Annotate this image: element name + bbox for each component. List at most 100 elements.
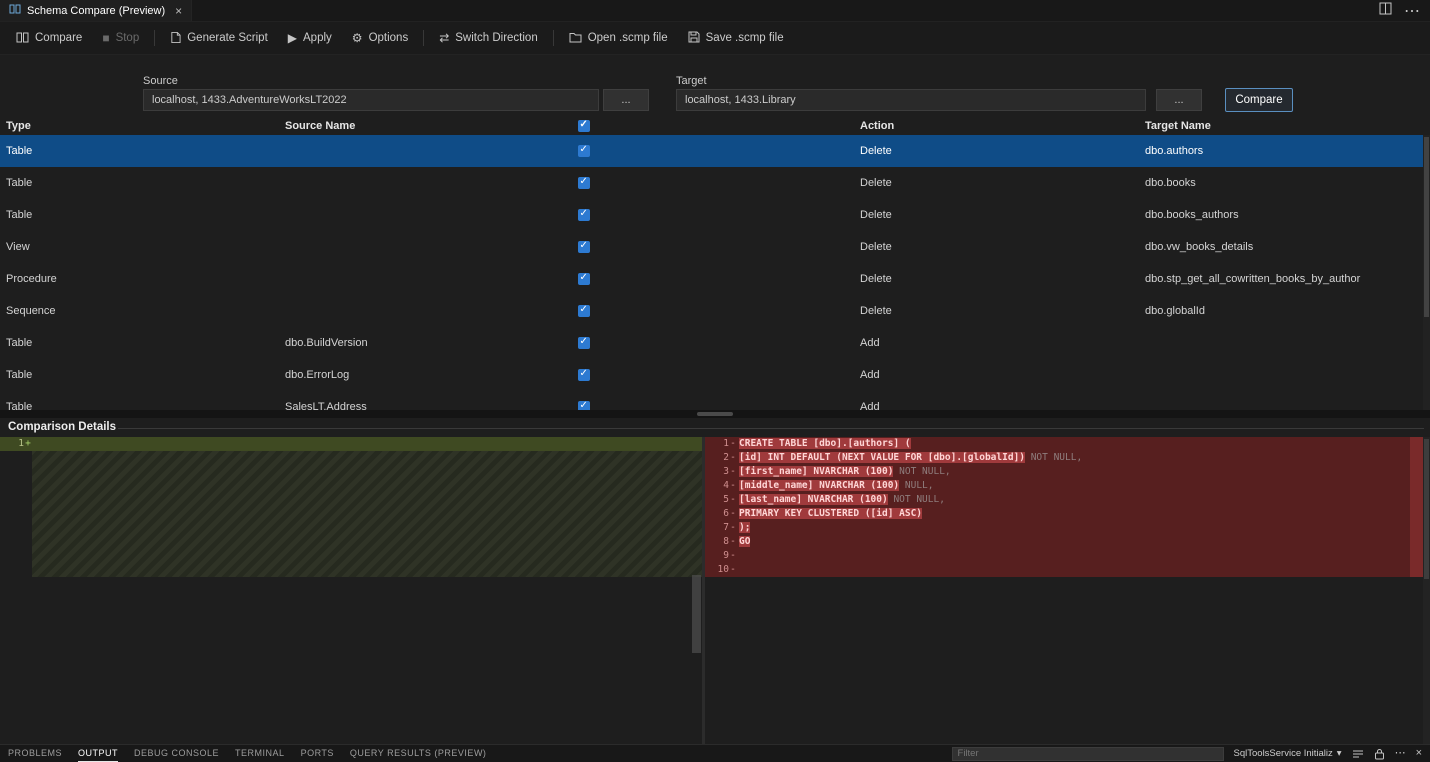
line-number: 1 [705,437,729,451]
open-scmp-button[interactable]: Open .scmp file [559,26,678,50]
details-title: Comparison Details [8,421,116,433]
tab-close-icon[interactable]: × [175,4,182,18]
cell-type: Table [6,391,32,410]
source-pane-scrollbar-thumb[interactable] [692,575,701,653]
diff-placeholder-region [32,451,702,577]
select-all-checkbox[interactable] [578,120,590,132]
diff-unchanged: NOT NULL, [1025,452,1082,463]
line-number: 10 [705,563,729,577]
tab-schema-compare[interactable]: Schema Compare (Preview) × [0,0,192,21]
column-header-target-name[interactable]: Target Name [1145,117,1211,135]
panel-actions: SqlToolsService Initializ ▾ ⋯ × [952,747,1422,761]
table-row[interactable]: Sequence Delete dbo.globalId [0,295,1430,327]
deleted-line: 10 - [705,563,1430,577]
line-content: [last_name] NVARCHAR (100) NOT NULL, [737,493,1430,507]
panel-tab-output[interactable]: OUTPUT [78,745,118,762]
column-header-source-name[interactable]: Source Name [285,117,355,135]
options-button[interactable]: ⚙ Options [342,26,418,50]
save-scmp-button[interactable]: Save .scmp file [678,26,794,50]
diff-source-pane[interactable]: 1 + [0,437,702,744]
table-row[interactable]: Table Delete dbo.books_authors [0,199,1430,231]
cell-action: Delete [860,295,892,327]
target-pane-scrollbar-thumb[interactable] [1424,439,1429,579]
include-checkbox[interactable] [578,209,590,221]
target-pane-scrollbar[interactable] [1423,437,1430,744]
include-checkbox[interactable] [578,305,590,317]
compare-action-button[interactable]: Compare [1225,88,1293,112]
gear-icon: ⚙ [352,32,363,44]
line-number: 8 [705,535,729,549]
compare-label: Compare [35,32,82,44]
table-row[interactable]: View Delete dbo.vw_books_details [0,231,1430,263]
line-content: ); [737,521,1430,535]
include-checkbox[interactable] [578,177,590,189]
grid-scrollbar[interactable] [1423,135,1430,410]
line-content: GO [737,535,1430,549]
table-row[interactable]: Table Delete dbo.books [0,167,1430,199]
compare-icon [16,31,29,46]
deleted-line: 3 - [first_name] NVARCHAR (100) NOT NULL… [705,465,1430,479]
cell-source-name: dbo.BuildVersion [285,327,368,359]
generate-script-button[interactable]: Generate Script [160,26,278,50]
table-row[interactable]: Table Delete dbo.authors [0,135,1430,167]
grid-scrollbar-thumb[interactable] [1424,137,1429,317]
split-editor-icon[interactable] [1379,2,1392,20]
output-channel-dropdown[interactable]: SqlToolsService Initializ ▾ [1234,748,1342,759]
line-content [737,563,1430,577]
diff-unchanged: NOT NULL, [888,494,945,505]
schema-compare-app: Schema Compare (Preview) × ⋯ Compare ■ S… [0,0,1430,762]
cell-action: Add [860,327,880,359]
table-row[interactable]: Table SalesLT.Address Add [0,391,1430,410]
table-row[interactable]: Table dbo.BuildVersion Add [0,327,1430,359]
lock-scroll-icon[interactable] [1374,748,1385,760]
panel-tab-debug-console[interactable]: DEBUG CONSOLE [134,745,219,762]
include-checkbox[interactable] [578,145,590,157]
include-checkbox[interactable] [578,369,590,381]
source-browse-button[interactable]: ... [603,89,649,111]
include-checkbox[interactable] [578,401,590,410]
table-row[interactable]: Procedure Delete dbo.stp_get_all_cowritt… [0,263,1430,295]
line-number: 2 [705,451,729,465]
splitter-handle[interactable] [697,412,733,416]
line-content: CREATE TABLE [dbo].[authors] ( [737,437,1430,451]
panel-tab-terminal[interactable]: TERMINAL [235,745,285,762]
panel-tab-ports[interactable]: PORTS [301,745,334,762]
switch-direction-button[interactable]: ⇄ Switch Direction [429,26,548,50]
toolbar-separator [154,30,155,46]
line-number: 5 [705,493,729,507]
panel-more-actions-icon[interactable]: ⋯ [1395,748,1406,759]
apply-button[interactable]: ▶ Apply [278,26,342,50]
diff-target-pane[interactable]: 1 - CREATE TABLE [dbo].[authors] ( 2 - [… [705,437,1430,744]
options-label: Options [369,32,409,44]
cell-target-name: dbo.authors [1145,135,1203,167]
target-input[interactable] [676,89,1146,111]
clear-output-icon[interactable] [1352,748,1364,760]
panel-tab-query-results[interactable]: QUERY RESULTS (PREVIEW) [350,745,487,762]
compare-toolbar-button[interactable]: Compare [6,26,92,50]
schema-compare-toolbar: Compare ■ Stop Generate Script ▶ Apply ⚙… [0,22,1430,55]
source-input[interactable] [143,89,599,111]
script-icon [170,31,181,46]
include-checkbox[interactable] [578,337,590,349]
column-header-type[interactable]: Type [6,117,31,135]
diff-highlight: PRIMARY KEY CLUSTERED ([id] ASC) [739,508,922,519]
output-filter-input[interactable] [952,747,1224,761]
delete-sign: - [729,549,737,563]
diff-highlight: [first_name] NVARCHAR (100) [739,466,893,477]
more-actions-icon[interactable]: ⋯ [1404,1,1420,21]
output-channel-label: SqlToolsService Initializ [1234,748,1333,759]
table-row[interactable]: Table dbo.ErrorLog Add [0,359,1430,391]
horizontal-splitter[interactable] [0,410,1430,418]
cell-target-name: dbo.vw_books_details [1145,231,1253,263]
switch-direction-icon: ⇄ [439,32,449,44]
delete-sign: - [729,521,737,535]
include-checkbox[interactable] [578,273,590,285]
target-browse-button[interactable]: ... [1156,89,1202,111]
include-checkbox[interactable] [578,241,590,253]
column-header-action[interactable]: Action [860,117,894,135]
panel-tab-problems[interactable]: PROBLEMS [8,745,62,762]
cell-type: Procedure [6,263,57,295]
panel-close-icon[interactable]: × [1416,748,1422,759]
cell-action: Delete [860,231,892,263]
inserted-line: 1 + [0,437,702,451]
